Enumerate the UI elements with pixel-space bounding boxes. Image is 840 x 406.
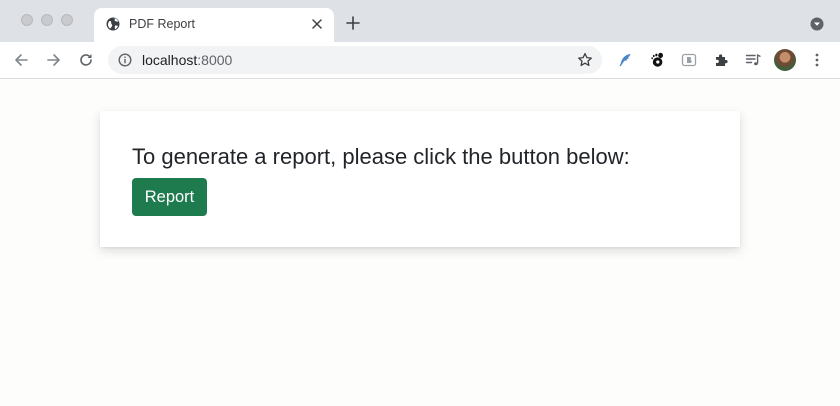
back-arrow-icon[interactable] [13,52,29,68]
globe-icon [106,17,120,31]
new-tab-icon[interactable] [345,15,361,31]
b-extension-icon[interactable] [681,52,697,68]
browser-window: PDF Report localhost:8000 To generate a … [0,0,840,406]
tab-pdf-report[interactable]: PDF Report [94,8,334,42]
forward-arrow-icon[interactable] [46,52,62,68]
tab-strip: PDF Report [0,0,840,42]
address-bar[interactable]: localhost:8000 [108,46,602,74]
browser-toolbar: localhost:8000 [0,42,840,79]
url-text: localhost:8000 [142,52,232,68]
info-icon[interactable] [118,53,132,67]
tab-search-icon[interactable] [810,17,824,31]
close-window-button[interactable] [21,14,33,26]
media-queue-icon[interactable] [745,52,761,68]
more-menu-icon[interactable] [812,52,822,68]
url-port: :8000 [197,52,233,68]
report-button[interactable]: Report [132,178,207,216]
close-icon[interactable] [310,17,324,31]
page-viewport: To generate a report, please click the b… [0,79,840,406]
reload-icon[interactable] [78,52,94,68]
minimize-window-button[interactable] [41,14,53,26]
star-icon[interactable] [577,52,593,68]
avatar[interactable] [774,49,796,71]
zoom-window-button[interactable] [61,14,73,26]
url-host: localhost [142,52,198,68]
gnome-extension-icon[interactable] [649,52,665,68]
puzzle-extensions-icon[interactable] [713,52,729,68]
feather-extension-icon[interactable] [617,52,633,68]
tab-title: PDF Report [129,17,195,31]
report-card: To generate a report, please click the b… [100,111,740,247]
page-heading: To generate a report, please click the b… [132,144,630,169]
